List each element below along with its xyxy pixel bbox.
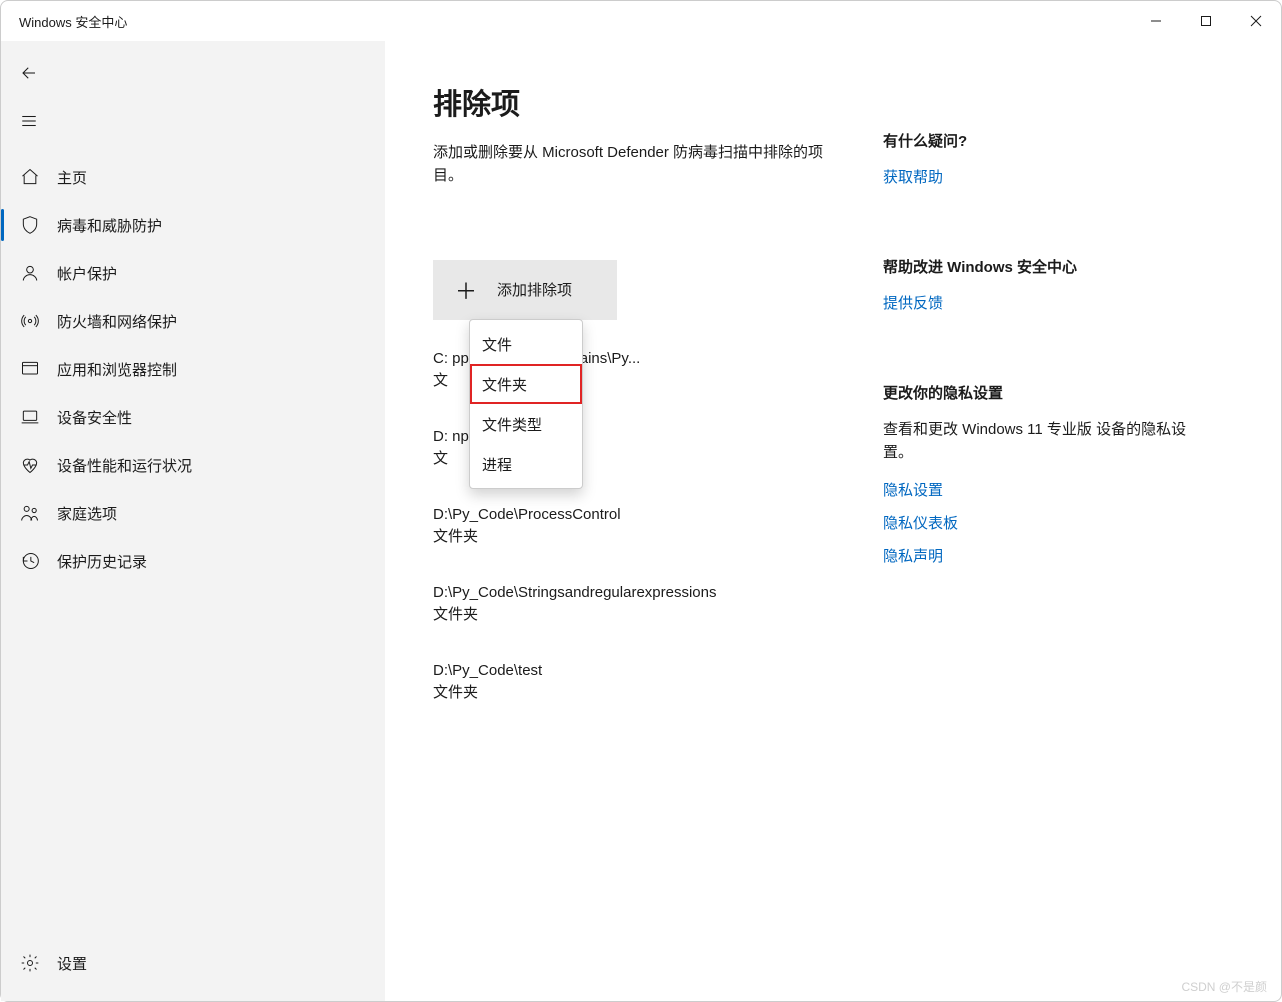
privacy-statement-link[interactable]: 隐私声明 — [883, 545, 1193, 566]
close-button[interactable] — [1231, 1, 1281, 41]
rail-privacy-title: 更改你的隐私设置 — [883, 383, 1193, 404]
rail-improve-title: 帮助改进 Windows 安全中心 — [883, 257, 1193, 278]
minimize-button[interactable] — [1131, 1, 1181, 41]
sidebar-item-label: 家庭选项 — [57, 503, 117, 524]
window-title: Windows 安全中心 — [19, 12, 127, 31]
page-description: 添加或删除要从 Microsoft Defender 防病毒扫描中排除的项目。 — [433, 141, 843, 188]
menu-item-process[interactable]: 进程 — [470, 444, 582, 484]
exclusion-type: 文件夹 — [433, 603, 843, 624]
hamburger-button[interactable] — [5, 97, 53, 145]
main-content: 排除项 添加或删除要从 Microsoft Defender 防病毒扫描中排除的… — [385, 41, 1281, 1001]
exclusion-item[interactable]: D:\Py_Code\Stringsandregularexpressions … — [433, 584, 843, 624]
rail-privacy-text: 查看和更改 Windows 11 专业版 设备的隐私设置。 — [883, 418, 1193, 465]
person-icon — [19, 262, 41, 284]
menu-item-filetype[interactable]: 文件类型 — [470, 404, 582, 444]
maximize-button[interactable] — [1181, 1, 1231, 41]
sidebar-item-label: 保护历史记录 — [57, 551, 147, 572]
menu-item-folder[interactable]: 文件夹 — [470, 364, 582, 404]
plus-icon: ＋ — [455, 274, 477, 306]
add-exclusion-button[interactable]: ＋ 添加排除项 — [433, 260, 617, 320]
sidebar-item-app-browser[interactable]: 应用和浏览器控制 — [1, 345, 384, 393]
privacy-settings-link[interactable]: 隐私设置 — [883, 479, 1193, 500]
watermark: CSDN @不是颜 — [1181, 978, 1267, 995]
menu-item-file[interactable]: 文件 — [470, 324, 582, 364]
sidebar-item-account[interactable]: 帐户保护 — [1, 249, 384, 297]
sidebar-item-label: 应用和浏览器控制 — [57, 359, 177, 380]
page-title: 排除项 — [433, 81, 843, 123]
sidebar-item-family[interactable]: 家庭选项 — [1, 489, 384, 537]
sidebar-item-performance[interactable]: 设备性能和运行状况 — [1, 441, 384, 489]
titlebar: Windows 安全中心 — [1, 1, 1281, 41]
exclusion-type: 文件夹 — [433, 525, 843, 546]
sidebar-item-history[interactable]: 保护历史记录 — [1, 537, 384, 585]
add-exclusion-context-menu: 文件 文件夹 文件类型 进程 — [469, 319, 583, 489]
sidebar-item-label: 主页 — [57, 167, 87, 188]
exclusion-item[interactable]: D:\Py_Code\ProcessControl 文件夹 — [433, 506, 843, 546]
nav: 主页 病毒和威胁防护 帐户保护 防火墙和网络保护 应用和浏览器控制 设备安全性 — [1, 153, 384, 939]
feedback-link[interactable]: 提供反馈 — [883, 292, 1193, 313]
exclusion-item[interactable]: D:\Py_Code\test 文件夹 — [433, 662, 843, 702]
sidebar-item-settings[interactable]: 设置 — [1, 939, 384, 987]
sidebar-item-label: 设置 — [57, 953, 87, 974]
gear-icon — [19, 952, 41, 974]
sidebar-item-label: 设备安全性 — [57, 407, 132, 428]
exclusion-path: D:\Py_Code\Stringsandregularexpressions — [433, 584, 793, 601]
network-icon — [19, 310, 41, 332]
privacy-dashboard-link[interactable]: 隐私仪表板 — [883, 512, 1193, 533]
window-controls — [1131, 1, 1281, 41]
back-button[interactable] — [5, 49, 53, 97]
sidebar-item-virus[interactable]: 病毒和威胁防护 — [1, 201, 384, 249]
sidebar: 主页 病毒和威胁防护 帐户保护 防火墙和网络保护 应用和浏览器控制 设备安全性 — [1, 41, 385, 1001]
app-icon — [19, 358, 41, 380]
rail-help-title: 有什么疑问? — [883, 131, 1193, 152]
sidebar-item-device-security[interactable]: 设备安全性 — [1, 393, 384, 441]
sidebar-item-label: 设备性能和运行状况 — [57, 455, 192, 476]
heart-icon — [19, 454, 41, 476]
sidebar-item-firewall[interactable]: 防火墙和网络保护 — [1, 297, 384, 345]
exclusion-type: 文件夹 — [433, 681, 843, 702]
exclusion-path: D:\Py_Code\test — [433, 662, 793, 679]
laptop-icon — [19, 406, 41, 428]
sidebar-item-label: 防火墙和网络保护 — [57, 311, 177, 332]
exclusion-path: D:\Py_Code\ProcessControl — [433, 506, 793, 523]
sidebar-item-home[interactable]: 主页 — [1, 153, 384, 201]
add-exclusion-label: 添加排除项 — [497, 279, 572, 300]
home-icon — [19, 166, 41, 188]
shield-icon — [19, 214, 41, 236]
family-icon — [19, 502, 41, 524]
sidebar-item-label: 帐户保护 — [57, 263, 117, 284]
get-help-link[interactable]: 获取帮助 — [883, 166, 1193, 187]
right-rail: 有什么疑问? 获取帮助 帮助改进 Windows 安全中心 提供反馈 更改你的隐… — [883, 81, 1193, 1001]
sidebar-item-label: 病毒和威胁防护 — [57, 215, 162, 236]
history-icon — [19, 550, 41, 572]
